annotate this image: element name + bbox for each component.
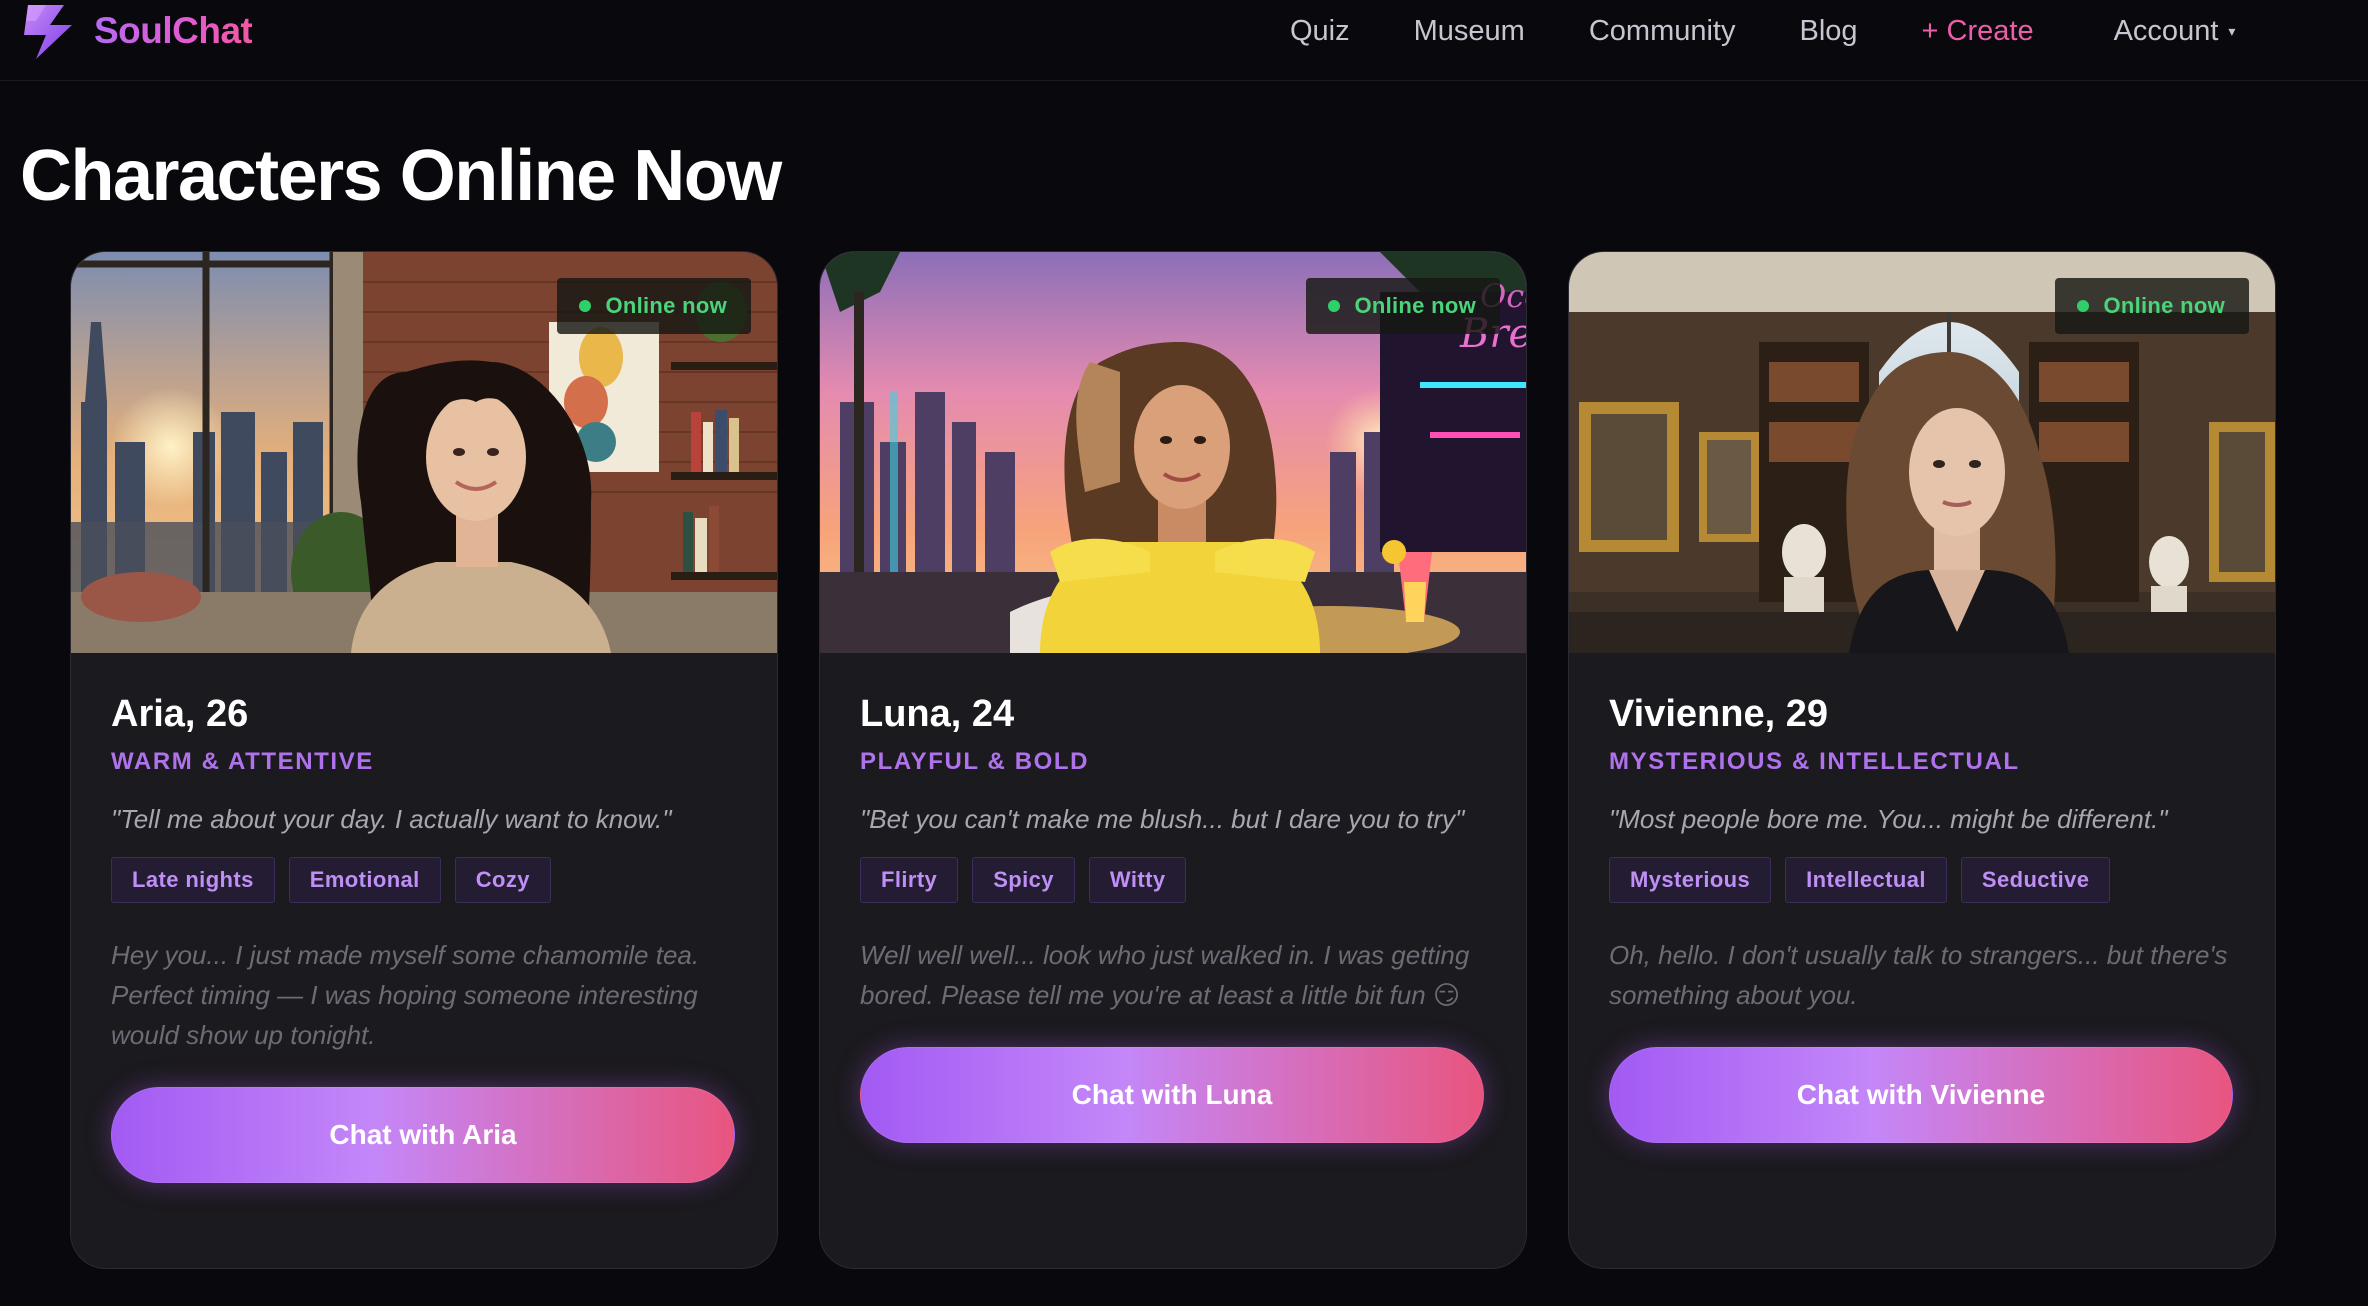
tag-list: Flirty Spicy Witty (860, 857, 1486, 903)
character-name: Vivienne, 29 (1609, 693, 1828, 735)
tag-chip[interactable]: Intellectual (1785, 857, 1947, 903)
lightning-bolt-icon (24, 5, 72, 59)
tag-chip[interactable]: Seductive (1960, 857, 2111, 903)
account-label: Account (2113, 14, 2219, 47)
online-dot-icon (579, 300, 592, 312)
character-photo[interactable]: Online now (1569, 252, 2275, 653)
brand-name: SoulChat (94, 10, 253, 51)
character-trait: WARM & ATTENTIVE (111, 748, 374, 775)
online-status-label: Online now (1354, 293, 1476, 318)
card-body: Vivienne, 29 MYSTERIOUS & INTELLECTUAL "… (1609, 653, 2235, 1143)
tag-chip[interactable]: Spicy (972, 857, 1075, 903)
tag-list: Late nights Emotional Cozy (111, 857, 737, 903)
character-card-vivienne[interactable]: Online now Vivienne, 29 MYSTERIOUS & INT… (1568, 251, 2276, 1269)
character-name: Luna, 24 (860, 693, 1015, 735)
nav-link-museum[interactable]: Museum (1414, 15, 1525, 48)
tag-chip[interactable]: Cozy (454, 857, 551, 903)
character-photo[interactable]: Breeze Ocean (820, 252, 1526, 653)
nav-link-quiz[interactable]: Quiz (1290, 15, 1350, 48)
chat-with-vivienne-button[interactable]: Chat with Vivienne (1609, 1047, 2233, 1143)
online-dot-icon (2077, 300, 2090, 312)
online-status-label: Online now (2103, 293, 2225, 318)
character-greeting: Well well well... look who just walked i… (860, 940, 1470, 1010)
card-body: Luna, 24 PLAYFUL & BOLD "Bet you can't m… (860, 653, 1486, 1143)
tag-chip[interactable]: Witty (1088, 857, 1187, 903)
page-title: Characters Online Now (20, 136, 782, 216)
online-status-badge: Online now (2055, 278, 2249, 334)
character-name: Aria, 26 (111, 693, 249, 735)
character-trait: MYSTERIOUS & INTELLECTUAL (1609, 748, 2020, 775)
caret-down-icon: ▾ (2228, 22, 2236, 39)
nav-link-create[interactable]: + Create (1922, 15, 2034, 48)
character-trait: PLAYFUL & BOLD (860, 748, 1090, 775)
online-status-badge: Online now (1306, 278, 1500, 334)
character-greeting: Oh, hello. I don't usually talk to stran… (1609, 940, 2228, 1010)
character-quote: "Tell me about your day. I actually want… (111, 804, 672, 834)
card-body: Aria, 26 WARM & ATTENTIVE "Tell me about… (111, 653, 737, 1183)
brand-home-link[interactable]: SoulChat (20, 0, 253, 62)
top-navbar: SoulChat Quiz Museum Community Blog + Cr… (0, 0, 2368, 81)
online-status-badge: Online now (557, 278, 751, 334)
tag-chip[interactable]: Mysterious (1609, 857, 1772, 903)
chat-with-aria-button[interactable]: Chat with Aria (111, 1087, 735, 1183)
tag-chip[interactable]: Late nights (111, 857, 275, 903)
character-quote: "Bet you can't make me blush... but I da… (860, 804, 1465, 834)
character-greeting: Hey you... I just made myself some chamo… (111, 940, 700, 1050)
character-card-grid: Online now Aria, 26 WARM & ATTENTIVE "Te… (70, 251, 2276, 1269)
online-dot-icon (1328, 300, 1341, 312)
character-quote: "Most people bore me. You... might be di… (1609, 804, 2168, 834)
tag-chip[interactable]: Flirty (860, 857, 959, 903)
character-photo[interactable]: Online now (71, 252, 777, 653)
nav-link-blog[interactable]: Blog (1800, 15, 1858, 48)
online-status-label: Online now (605, 293, 727, 318)
tag-list: Mysterious Intellectual Seductive (1609, 857, 2235, 903)
account-menu[interactable]: Account ▾ (2114, 15, 2236, 48)
chat-with-luna-button[interactable]: Chat with Luna (860, 1047, 1484, 1143)
character-card-aria[interactable]: Online now Aria, 26 WARM & ATTENTIVE "Te… (70, 251, 778, 1269)
nav-links: Quiz Museum Community Blog + Create Acco… (1290, 0, 2235, 62)
nav-link-community[interactable]: Community (1589, 15, 1736, 48)
character-card-luna[interactable]: Breeze Ocean (819, 251, 1527, 1269)
tag-chip[interactable]: Emotional (288, 857, 441, 903)
